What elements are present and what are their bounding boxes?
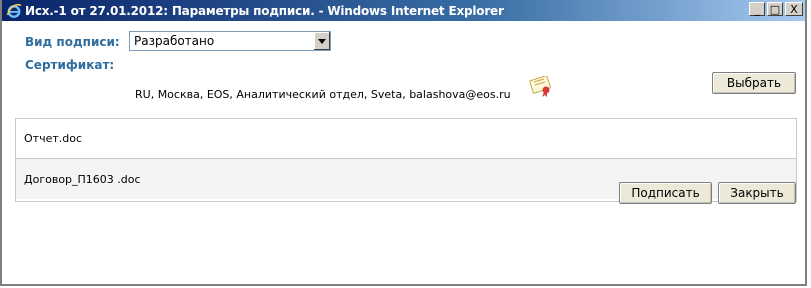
signature-type-label: Вид подписи:	[25, 35, 120, 49]
choose-certificate-button[interactable]: Выбрать	[712, 72, 796, 94]
internet-explorer-icon	[6, 3, 22, 19]
certificate-label: Сертификат:	[25, 58, 115, 72]
dialog-content: Вид подписи: Разработано Сертификат: RU,…	[2, 21, 805, 286]
close-button[interactable]: Закрыть	[718, 182, 796, 204]
signature-type-value: Разработано	[134, 34, 215, 48]
signature-type-select[interactable]: Разработано	[129, 31, 331, 51]
window-controls: _ □ X	[749, 2, 803, 16]
file-name: Договор_П1603 .doc	[24, 172, 141, 186]
title-bar[interactable]: Исх.-1 от 27.01.2012: Параметры подписи.…	[2, 0, 805, 21]
chevron-down-icon[interactable]	[313, 32, 330, 50]
dialog-window: Исх.-1 от 27.01.2012: Параметры подписи.…	[0, 0, 807, 286]
close-window-button[interactable]: X	[785, 2, 803, 16]
certificate-value: RU, Москва, EOS, Аналитический отдел, Sv…	[135, 88, 511, 101]
certificate-icon[interactable]	[529, 75, 555, 102]
window-title: Исх.-1 от 27.01.2012: Параметры подписи.…	[25, 3, 504, 18]
sign-button[interactable]: Подписать	[619, 182, 712, 204]
file-name: Отчет.doc	[24, 132, 82, 145]
minimize-button[interactable]: _	[749, 2, 765, 16]
file-row[interactable]: Отчет.doc	[16, 119, 796, 159]
maximize-button[interactable]: □	[767, 2, 783, 16]
